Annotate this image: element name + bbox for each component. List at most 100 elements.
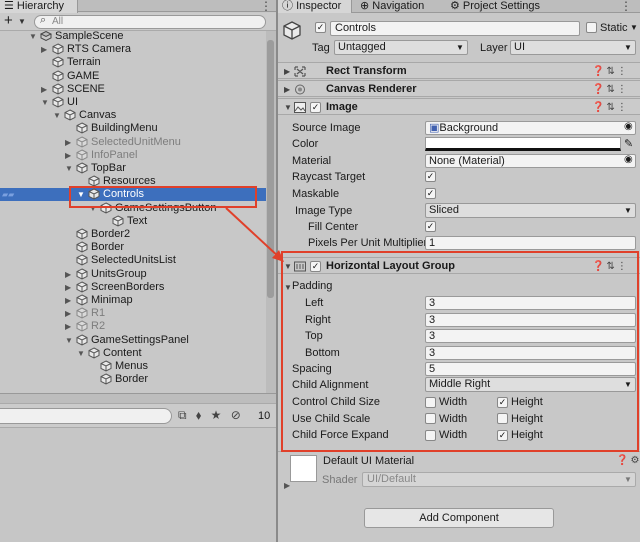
- hierarchy-item[interactable]: BuildingMenu: [0, 122, 266, 135]
- eyedropper-icon[interactable]: ✎: [624, 137, 633, 150]
- maskable-checkbox[interactable]: ✓: [425, 188, 436, 199]
- hierarchy-item[interactable]: Border2: [0, 228, 266, 241]
- kebab-menu-icon[interactable]: ⋮: [260, 0, 272, 13]
- pixels-per-unit-field[interactable]: 1: [425, 236, 636, 250]
- rect-transform-header[interactable]: ▶ Rect Transform ❓⇅⋮: [278, 62, 640, 79]
- tag-dropdown[interactable]: Untagged: [334, 40, 468, 55]
- material-field[interactable]: None (Material): [425, 154, 636, 168]
- project-search-input[interactable]: [0, 408, 172, 424]
- collapse-arrow-icon[interactable]: ▼: [77, 347, 85, 360]
- expand-arrow-icon[interactable]: ▶: [65, 294, 71, 307]
- collapse-arrow-icon[interactable]: ▼: [284, 99, 292, 116]
- gameobject-active-checkbox[interactable]: ✓: [315, 22, 326, 33]
- gameobject-cube-icon: [76, 281, 88, 293]
- component-tools[interactable]: ❓⇅⋮: [592, 99, 629, 116]
- static-chevron-down-icon[interactable]: ▼: [630, 22, 638, 34]
- tab-inspector[interactable]: ⓘ Inspector: [278, 0, 352, 13]
- collapse-arrow-icon[interactable]: ▼: [65, 162, 73, 175]
- fill-center-checkbox[interactable]: ✓: [425, 221, 436, 232]
- hierarchy-item[interactable]: ▼ UI: [0, 96, 266, 109]
- expand-arrow-icon[interactable]: ▶: [41, 43, 47, 56]
- info-icon: ⓘ: [282, 0, 297, 12]
- collapse-arrow-icon[interactable]: ▼: [53, 109, 61, 122]
- hierarchy-item[interactable]: SelectedUnitsList: [0, 254, 266, 267]
- plus-icon[interactable]: +: [4, 13, 13, 29]
- gameobject-cube-icon: [76, 320, 88, 332]
- image-type-dropdown[interactable]: Sliced: [425, 203, 636, 218]
- expand-arrow-icon[interactable]: ▶: [65, 149, 71, 162]
- static-checkbox[interactable]: [586, 22, 597, 33]
- gameobject-cube-icon: [76, 334, 88, 346]
- hierarchy-item[interactable]: ▼ Canvas: [0, 109, 266, 122]
- layer-dropdown[interactable]: UI: [510, 40, 636, 55]
- hierarchy-item[interactable]: ▶ SCENE: [0, 83, 266, 96]
- color-swatch[interactable]: [425, 137, 621, 151]
- hierarchy-item[interactable]: ▶ InfoPanel: [0, 149, 266, 162]
- layer-chevron-down-icon: ▼: [624, 43, 632, 52]
- material-picker-icon[interactable]: ◉: [624, 154, 633, 165]
- hierarchy-item[interactable]: ▶ Minimap: [0, 294, 266, 307]
- material-preview[interactable]: [290, 455, 317, 482]
- hierarchy-item[interactable]: GAME: [0, 70, 266, 83]
- shader-dropdown[interactable]: UI/Default: [362, 472, 636, 487]
- collapse-arrow-icon[interactable]: ▼: [29, 31, 37, 43]
- expand-arrow-icon[interactable]: ▶: [65, 281, 71, 294]
- tab-project-settings[interactable]: ⚙ Project Settings: [446, 0, 574, 13]
- hierarchy-item[interactable]: Border: [0, 373, 266, 386]
- hierarchy-item[interactable]: Text: [0, 215, 266, 228]
- expand-arrow-icon[interactable]: ▶: [41, 83, 47, 96]
- collapse-arrow-icon[interactable]: ▼: [65, 334, 73, 347]
- image-enabled-checkbox[interactable]: ✓: [310, 102, 321, 113]
- color-label: Color: [292, 138, 319, 150]
- chevron-down-icon[interactable]: ▼: [18, 14, 26, 30]
- raycast-target-label: Raycast Target: [292, 171, 366, 183]
- favorite-star-icon[interactable]: ★: [211, 408, 222, 422]
- hierarchy-item-label: Minimap: [91, 294, 133, 306]
- expand-arrow-icon[interactable]: ▶: [284, 81, 290, 98]
- expand-arrow-icon[interactable]: ▶: [65, 320, 71, 333]
- hierarchy-item[interactable]: ▶ UnitsGroup: [0, 268, 266, 281]
- gameobject-cube-icon: [76, 307, 88, 319]
- hidden-eye-icon[interactable]: ⊘: [231, 408, 241, 422]
- hierarchy-scroll-thumb[interactable]: [267, 40, 274, 298]
- expand-arrow-icon[interactable]: ▶: [65, 136, 71, 149]
- component-tools[interactable]: ❓⇅⋮: [592, 81, 629, 98]
- tab-navigation[interactable]: ⊕ Navigation: [356, 0, 442, 13]
- component-tools[interactable]: ❓⇅⋮: [592, 63, 629, 80]
- canvas-renderer-header[interactable]: ▶ Canvas Renderer ❓⇅⋮: [278, 80, 640, 97]
- fill-center-label: Fill Center: [308, 221, 359, 233]
- hierarchy-item-label: Border: [91, 241, 125, 254]
- filter-by-label-icon[interactable]: ⬧: [196, 408, 201, 422]
- material-tools[interactable]: ❓⚙: [616, 455, 640, 466]
- hierarchy-search-placeholder: All: [52, 16, 64, 27]
- hierarchy-item[interactable]: ▶ RTS Camera: [0, 43, 266, 56]
- hierarchy-item[interactable]: ▶ R2: [0, 320, 266, 333]
- collapse-arrow-icon[interactable]: ▼: [41, 96, 49, 109]
- add-component-button[interactable]: Add Component: [364, 508, 554, 528]
- static-label: Static: [600, 22, 628, 34]
- hierarchy-item[interactable]: Border: [0, 241, 266, 254]
- hierarchy-item[interactable]: Menus: [0, 360, 266, 373]
- hierarchy-item[interactable]: ▼ Content: [0, 347, 266, 360]
- hierarchy-item[interactable]: ▶ ScreenBorders: [0, 281, 266, 294]
- hierarchy-item[interactable]: ▼ SampleScene: [0, 31, 266, 43]
- expand-arrow-icon[interactable]: ▶: [65, 307, 71, 320]
- canvas-renderer-title: Canvas Renderer: [326, 83, 417, 95]
- object-picker-icon[interactable]: ◉: [624, 121, 633, 132]
- filter-by-type-icon[interactable]: ⧉: [178, 408, 187, 422]
- hierarchy-item[interactable]: ▶ R1: [0, 307, 266, 320]
- raycast-target-checkbox[interactable]: ✓: [425, 171, 436, 182]
- expand-arrow-icon[interactable]: ▶: [284, 63, 290, 80]
- image-component-header[interactable]: ▼ ✓ Image ❓⇅⋮: [278, 98, 640, 115]
- hierarchy-item[interactable]: ▼ GameSettingsPanel: [0, 334, 266, 347]
- inspector-kebab-menu-icon[interactable]: ⋮: [620, 0, 632, 13]
- hierarchy-search-input[interactable]: [34, 15, 266, 29]
- source-image-field[interactable]: ▣Background: [425, 121, 636, 135]
- hierarchy-item[interactable]: ▶ SelectedUnitMenu: [0, 136, 266, 149]
- hierarchy-item[interactable]: Terrain: [0, 56, 266, 69]
- expand-arrow-icon[interactable]: ▶: [65, 268, 71, 281]
- material-expand-arrow-icon[interactable]: ▶: [284, 481, 290, 490]
- project-tools: ⧉ ⬧ ★ ⊘: [178, 408, 241, 423]
- hierarchy-item[interactable]: ▼ TopBar: [0, 162, 266, 175]
- gameobject-name-field[interactable]: Controls: [330, 21, 580, 36]
